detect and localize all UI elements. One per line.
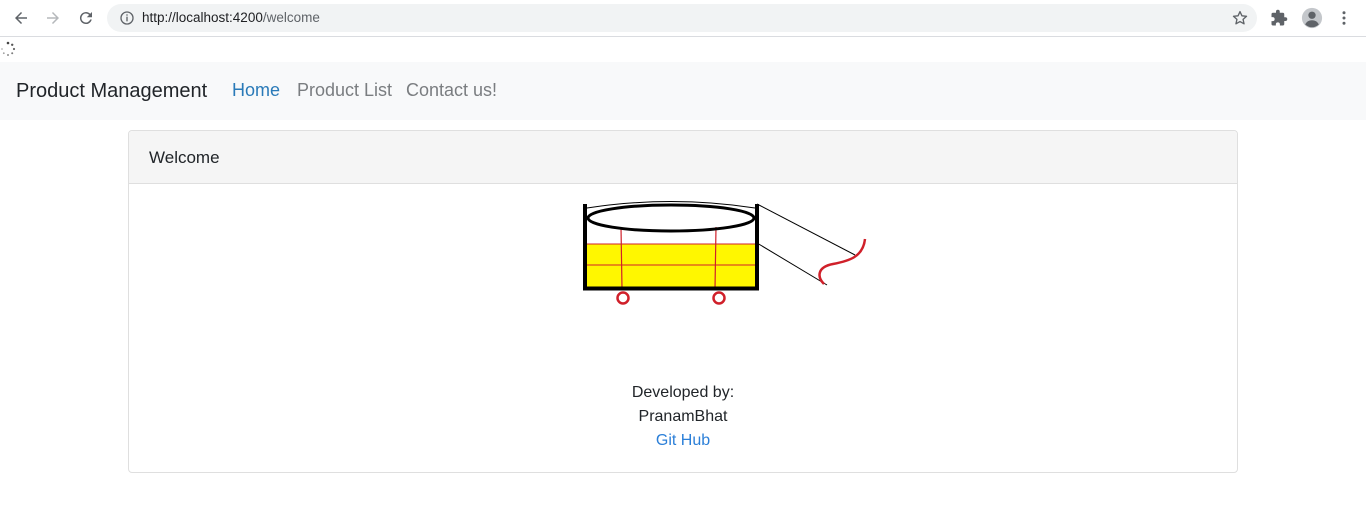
shopping-cart-logo-image — [583, 201, 867, 305]
loading-spinner-icon — [1, 41, 16, 56]
nav-link-product-list[interactable]: Product List — [297, 80, 392, 101]
info-icon[interactable] — [119, 10, 135, 26]
profile-button[interactable] — [1299, 5, 1325, 31]
reload-icon — [79, 12, 92, 25]
star-icon[interactable] — [1231, 9, 1249, 27]
url-text: http://localhost:4200/welcome — [142, 10, 320, 25]
nav-link-contact-us[interactable]: Contact us! — [406, 80, 497, 101]
menu-icon — [1342, 11, 1346, 25]
welcome-card: Welcome Developed by: PranamBhat Git Hub — [128, 130, 1238, 473]
reload-button[interactable] — [73, 5, 99, 31]
back-icon — [15, 12, 27, 24]
back-button[interactable] — [8, 5, 34, 31]
forward-icon — [47, 12, 59, 24]
extensions-button[interactable] — [1266, 5, 1292, 31]
extensions-icon — [1271, 9, 1288, 26]
browser-menu-button[interactable] — [1331, 5, 1357, 31]
address-bar[interactable]: http://localhost:4200/welcome — [107, 4, 1257, 32]
developer-name: PranamBhat — [638, 408, 728, 425]
browser-toolbar: http://localhost:4200/welcome — [0, 0, 1366, 37]
card-header: Welcome — [129, 131, 1237, 184]
navbar-brand[interactable]: Product Management — [16, 80, 207, 103]
profile-icon — [1301, 7, 1323, 29]
developed-by-label: Developed by: — [631, 384, 735, 401]
app-navbar: Product Management Home Product List Con… — [0, 62, 1366, 120]
nav-link-home[interactable]: Home — [232, 80, 280, 101]
developer-info: Developed by: PranamBhat Git Hub — [129, 381, 1237, 453]
github-link[interactable]: Git Hub — [656, 432, 710, 449]
forward-button[interactable] — [40, 5, 66, 31]
